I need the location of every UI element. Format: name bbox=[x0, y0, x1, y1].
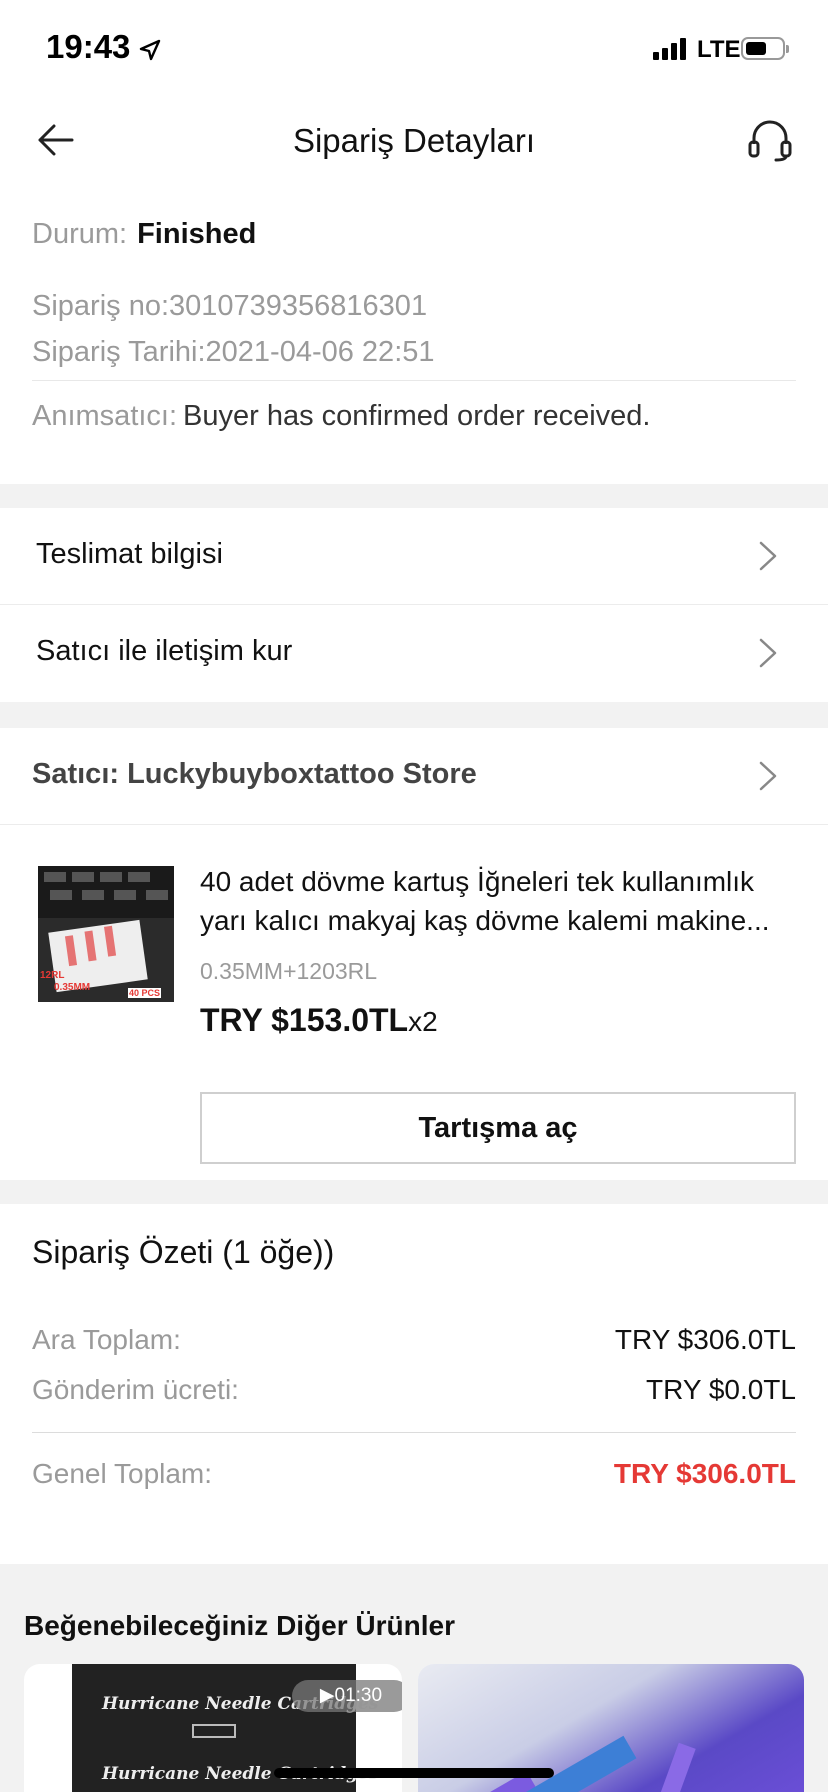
seller-name: Satıcı: Luckybuyboxtattoo Store bbox=[32, 758, 477, 790]
product-item: 12RL 0.35MM 40 PCS 40 adet dövme kartuş … bbox=[0, 826, 828, 1178]
status-label: Durum: bbox=[32, 218, 128, 250]
signal-icon bbox=[653, 36, 689, 60]
shipping-value: TRY $0.0TL bbox=[646, 1374, 796, 1405]
chevron-right-icon bbox=[759, 761, 777, 791]
product-quantity: x2 bbox=[408, 1006, 438, 1037]
location-arrow-icon bbox=[139, 39, 161, 61]
network-type: LTE bbox=[697, 36, 741, 63]
reminder-label: Anımsatıcı: bbox=[32, 400, 178, 432]
thumb-label-pcs: 40 PCS bbox=[128, 988, 162, 998]
delivery-info-row[interactable]: Teslimat bilgisi bbox=[0, 508, 828, 604]
product-price: TRY $153.0TLx2 bbox=[200, 1002, 438, 1039]
status-bar: 19:43 LTE bbox=[0, 0, 828, 100]
summary-title: Sipariş Özeti (1 öğe)) bbox=[32, 1234, 335, 1270]
order-summary: Sipariş Özeti (1 öğe)) Ara Toplam: TRY $… bbox=[0, 1204, 828, 1564]
order-status-row: Durum: Finished bbox=[32, 218, 256, 251]
chevron-right-icon bbox=[759, 638, 777, 668]
status-time: 19:43 bbox=[46, 28, 131, 65]
divider bbox=[32, 1432, 796, 1433]
seller-row[interactable]: Satıcı: Luckybuyboxtattoo Store bbox=[0, 728, 828, 824]
total-value: TRY $306.0TL bbox=[613, 1458, 796, 1489]
recommendations-section: Beğenebileceğiniz Diğer Ürünler Hurrican… bbox=[0, 1564, 828, 1792]
subtotal-label: Ara Toplam: bbox=[32, 1324, 181, 1355]
reminder-row: Anımsatıcı: Buyer has confirmed order rec… bbox=[32, 400, 651, 433]
recommendations-title: Beğenebileceğiniz Diğer Ürünler bbox=[24, 1610, 455, 1641]
section-gap bbox=[0, 1180, 828, 1204]
product-title[interactable]: 40 adet dövme kartuş İğneleri tek kullan… bbox=[200, 862, 800, 940]
reminder-value: Buyer has confirmed order received. bbox=[183, 400, 651, 432]
thumb-label-rl: 12RL bbox=[40, 970, 65, 981]
page-title: Sipariş Detayları bbox=[292, 122, 536, 159]
brand-logo bbox=[192, 1724, 236, 1738]
product-image[interactable]: 12RL 0.35MM 40 PCS bbox=[38, 866, 174, 1002]
subtotal-value: TRY $306.0TL bbox=[614, 1324, 796, 1355]
order-date: Sipariş Tarihi:2021-04-06 22:51 bbox=[32, 336, 435, 368]
section-gap bbox=[0, 702, 828, 728]
chevron-right-icon bbox=[759, 541, 777, 571]
price-value: TRY $153.0TL bbox=[200, 1002, 409, 1038]
support-headset-icon[interactable] bbox=[746, 118, 794, 162]
divider bbox=[0, 824, 828, 825]
section-gap bbox=[0, 484, 828, 508]
shipping-label: Gönderim ücreti: bbox=[32, 1374, 239, 1405]
product-variant: 0.35MM+1203RL bbox=[200, 958, 378, 984]
contact-seller-row[interactable]: Satıcı ile iletişim kur bbox=[0, 605, 828, 701]
total-label: Genel Toplam: bbox=[32, 1458, 213, 1489]
open-dispute-button[interactable]: Tartışma aç bbox=[200, 1092, 796, 1164]
home-indicator bbox=[274, 1768, 554, 1778]
video-duration-badge: ▶01:30 bbox=[292, 1680, 402, 1712]
battery-icon bbox=[741, 37, 789, 60]
contact-seller-label: Satıcı ile iletişim kur bbox=[36, 635, 293, 667]
header: Sipariş Detayları bbox=[0, 100, 828, 182]
delivery-info-label: Teslimat bilgisi bbox=[36, 538, 223, 570]
status-value: Finished bbox=[137, 218, 257, 250]
order-number: Sipariş no:3010739356816301 bbox=[32, 290, 428, 322]
divider bbox=[32, 380, 796, 381]
thumb-label-size: 0.35MM bbox=[54, 982, 91, 993]
